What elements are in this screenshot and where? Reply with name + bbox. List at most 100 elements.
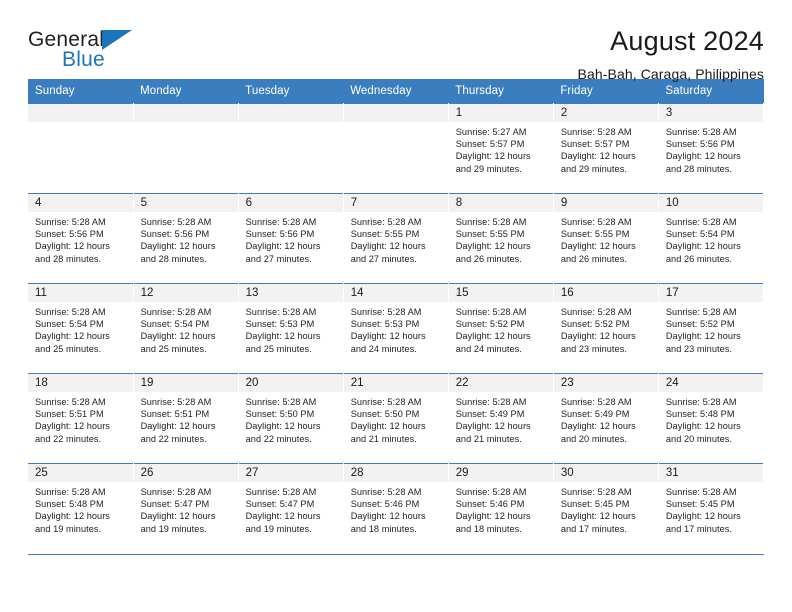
calendar-day-cell[interactable]: 23 Sunrise: 5:28 AM Sunset: 5:49 PM Dayligh… (553, 373, 659, 464)
sunset-time: Sunset: 5:47 PM (140, 499, 210, 510)
day-number: 17 (658, 284, 763, 302)
sunset-time: Sunset: 5:48 PM (665, 409, 735, 420)
calendar-day-cell[interactable]: 4 Sunrise: 5:28 AM Sunset: 5:56 PM Daylight… (28, 193, 134, 284)
day-number: 22 (448, 374, 553, 392)
sunrise-time: Sunrise: 5:28 AM (35, 307, 106, 317)
day-sun-info: Sunrise: 5:27 AM Sunset: 5:57 PM Daylight:… (449, 122, 553, 175)
calendar-cell-inner: 18 Sunrise: 5:28 AM Sunset: 5:51 PM Dayligh… (28, 374, 133, 463)
calendar-day-cell[interactable]: 11 Sunrise: 5:28 AM Sunset: 5:54 PM Dayligh… (28, 283, 134, 374)
sunset-time: Sunset: 5:53 PM (245, 319, 315, 330)
sunset-time: Sunset: 5:52 PM (560, 319, 630, 330)
daylight-duration-line1: Daylight: 12 hours (665, 331, 741, 342)
calendar-day-cell[interactable]: 21 Sunrise: 5:28 AM Sunset: 5:50 PM Dayligh… (343, 373, 449, 464)
sunrise-time: Sunrise: 5:28 AM (245, 217, 317, 227)
calendar-cell-inner: 4 Sunrise: 5:28 AM Sunset: 5:56 PM Daylight… (28, 194, 133, 283)
calendar-cell-inner (238, 104, 343, 193)
day-sun-info: Sunrise: 5:28 AM Sunset: 5:55 PM Daylight:… (449, 212, 553, 265)
daylight-duration-line1: Daylight: 12 hours (245, 511, 321, 522)
daylight-duration-line1: Daylight: 12 hours (245, 421, 321, 432)
daylight-duration-line2: and 26 minutes. (560, 253, 627, 264)
daylight-duration-line1: Daylight: 12 hours (245, 331, 321, 342)
sunrise-time: Sunrise: 5:28 AM (560, 307, 632, 317)
calendar-day-cell[interactable]: 8 Sunrise: 5:28 AM Sunset: 5:55 PM Daylight… (448, 193, 554, 284)
sunset-time: Sunset: 5:55 PM (455, 229, 525, 240)
sunrise-time: Sunrise: 5:28 AM (455, 397, 527, 407)
calendar-cell-inner: 19 Sunrise: 5:28 AM Sunset: 5:51 PM Dayligh… (133, 374, 238, 463)
calendar-cell-inner: 24 Sunrise: 5:28 AM Sunset: 5:48 PM Dayligh… (658, 374, 763, 463)
day-number: 10 (658, 194, 763, 212)
daylight-duration-line2: and 25 minutes. (35, 343, 102, 354)
calendar-cell-inner: 9 Sunrise: 5:28 AM Sunset: 5:55 PM Daylight… (553, 194, 658, 283)
calendar-day-cell[interactable]: 14 Sunrise: 5:28 AM Sunset: 5:53 PM Dayligh… (343, 283, 449, 374)
calendar-day-cell[interactable]: 1 Sunrise: 5:27 AM Sunset: 5:57 PM Daylight… (448, 103, 554, 194)
calendar-day-cell[interactable]: 6 Sunrise: 5:28 AM Sunset: 5:56 PM Daylight… (238, 193, 344, 284)
calendar-day-cell[interactable]: 29 Sunrise: 5:28 AM Sunset: 5:46 PM Dayligh… (448, 463, 554, 554)
calendar-day-cell[interactable]: 19 Sunrise: 5:28 AM Sunset: 5:51 PM Dayligh… (133, 373, 239, 464)
sunrise-time: Sunrise: 5:28 AM (35, 217, 106, 227)
calendar-week-row: 1 Sunrise: 5:27 AM Sunset: 5:57 PM Daylight… (28, 103, 765, 194)
day-sun-info: Sunrise: 5:28 AM Sunset: 5:50 PM Daylight:… (344, 392, 448, 445)
day-sun-info: Sunrise: 5:28 AM Sunset: 5:56 PM Daylight:… (659, 122, 763, 175)
calendar-day-cell[interactable]: 3 Sunrise: 5:28 AM Sunset: 5:56 PM Daylight… (658, 103, 765, 194)
day-number: 23 (553, 374, 658, 392)
calendar-day-cell[interactable]: 18 Sunrise: 5:28 AM Sunset: 5:51 PM Dayligh… (28, 373, 134, 464)
sunrise-time: Sunrise: 5:28 AM (665, 487, 737, 497)
calendar-cell-inner: 31 Sunrise: 5:28 AM Sunset: 5:45 PM Dayligh… (658, 464, 763, 554)
generalblue-logo[interactable]: General Blue (28, 26, 146, 74)
calendar-bottom-rule (28, 553, 764, 555)
day-number: 25 (28, 464, 133, 482)
calendar-day-cell[interactable]: 24 Sunrise: 5:28 AM Sunset: 5:48 PM Dayligh… (658, 373, 765, 464)
calendar-day-cell[interactable]: 5 Sunrise: 5:28 AM Sunset: 5:56 PM Daylight… (133, 193, 239, 284)
calendar-day-cell[interactable]: 22 Sunrise: 5:28 AM Sunset: 5:49 PM Dayligh… (448, 373, 554, 464)
calendar-day-cell[interactable]: 28 Sunrise: 5:28 AM Sunset: 5:46 PM Dayligh… (343, 463, 449, 554)
day-number: 20 (238, 374, 343, 392)
calendar-day-cell[interactable]: 10 Sunrise: 5:28 AM Sunset: 5:54 PM Dayligh… (658, 193, 765, 284)
daylight-duration-line1: Daylight: 12 hours (560, 331, 636, 342)
day-number: 14 (343, 284, 448, 302)
day-number: 4 (28, 194, 133, 212)
title-block: August 2024 Bah-Bah, Caraga, Philippines (578, 26, 764, 83)
calendar-day-cell[interactable]: 2 Sunrise: 5:28 AM Sunset: 5:57 PM Daylight… (553, 103, 659, 194)
calendar-day-cell[interactable]: 25 Sunrise: 5:28 AM Sunset: 5:48 PM Dayligh… (28, 463, 134, 554)
calendar-day-cell[interactable]: 27 Sunrise: 5:28 AM Sunset: 5:47 PM Dayligh… (238, 463, 344, 554)
blue-triangle-flag-icon (102, 30, 132, 50)
daylight-duration-line1: Daylight: 12 hours (140, 241, 216, 252)
daylight-duration-line1: Daylight: 12 hours (560, 511, 636, 522)
calendar-day-cell[interactable]: 7 Sunrise: 5:28 AM Sunset: 5:55 PM Daylight… (343, 193, 449, 284)
day-sun-info: Sunrise: 5:28 AM Sunset: 5:56 PM Daylight:… (134, 212, 238, 265)
day-sun-info: Sunrise: 5:28 AM Sunset: 5:54 PM Daylight:… (134, 302, 238, 355)
day-sun-info: Sunrise: 5:28 AM Sunset: 5:57 PM Daylight:… (554, 122, 658, 175)
calendar-cell-inner: 26 Sunrise: 5:28 AM Sunset: 5:47 PM Dayligh… (133, 464, 238, 554)
calendar-day-cell[interactable]: 31 Sunrise: 5:28 AM Sunset: 5:45 PM Dayligh… (658, 463, 765, 554)
page-header: General Blue August 2024 Bah-Bah, Caraga… (28, 0, 764, 82)
calendar-day-cell[interactable]: 12 Sunrise: 5:28 AM Sunset: 5:54 PM Dayligh… (133, 283, 239, 374)
sunrise-time: Sunrise: 5:28 AM (245, 487, 317, 497)
day-sun-info: Sunrise: 5:28 AM Sunset: 5:49 PM Daylight:… (554, 392, 658, 445)
calendar-day-cell[interactable]: 30 Sunrise: 5:28 AM Sunset: 5:45 PM Dayligh… (553, 463, 659, 554)
calendar-cell-inner: 2 Sunrise: 5:28 AM Sunset: 5:57 PM Daylight… (553, 104, 658, 193)
daylight-duration-line2: and 28 minutes. (35, 253, 102, 264)
calendar-day-cell[interactable]: 20 Sunrise: 5:28 AM Sunset: 5:50 PM Dayligh… (238, 373, 344, 464)
calendar-day-cell[interactable]: 26 Sunrise: 5:28 AM Sunset: 5:47 PM Dayligh… (133, 463, 239, 554)
sunrise-time: Sunrise: 5:28 AM (350, 217, 422, 227)
day-number: 30 (553, 464, 658, 482)
calendar-day-cell[interactable]: 15 Sunrise: 5:28 AM Sunset: 5:52 PM Dayligh… (448, 283, 554, 374)
calendar-day-cell[interactable]: 16 Sunrise: 5:28 AM Sunset: 5:52 PM Dayligh… (553, 283, 659, 374)
calendar-week-row: 4 Sunrise: 5:28 AM Sunset: 5:56 PM Daylight… (28, 193, 765, 284)
day-sun-info: Sunrise: 5:28 AM Sunset: 5:53 PM Daylight:… (239, 302, 343, 355)
calendar-cell-inner (343, 104, 448, 193)
day-number: 7 (343, 194, 448, 212)
sunrise-time: Sunrise: 5:28 AM (665, 217, 737, 227)
calendar-cell-inner: 15 Sunrise: 5:28 AM Sunset: 5:52 PM Dayligh… (448, 284, 553, 373)
daylight-duration-line1: Daylight: 12 hours (350, 331, 426, 342)
sunrise-time: Sunrise: 5:28 AM (560, 487, 632, 497)
calendar-day-cell[interactable]: 9 Sunrise: 5:28 AM Sunset: 5:55 PM Daylight… (553, 193, 659, 284)
calendar-cell-inner: 21 Sunrise: 5:28 AM Sunset: 5:50 PM Dayligh… (343, 374, 448, 463)
calendar-cell-inner: 13 Sunrise: 5:28 AM Sunset: 5:53 PM Dayligh… (238, 284, 343, 373)
daylight-duration-line1: Daylight: 12 hours (560, 421, 636, 432)
day-sun-info: Sunrise: 5:28 AM Sunset: 5:47 PM Daylight:… (239, 482, 343, 535)
calendar-cell-inner: 30 Sunrise: 5:28 AM Sunset: 5:45 PM Dayligh… (553, 464, 658, 554)
calendar-day-cell[interactable]: 13 Sunrise: 5:28 AM Sunset: 5:53 PM Dayligh… (238, 283, 344, 374)
sunset-time: Sunset: 5:45 PM (560, 499, 630, 510)
calendar-day-cell[interactable]: 17 Sunrise: 5:28 AM Sunset: 5:52 PM Dayligh… (658, 283, 765, 374)
